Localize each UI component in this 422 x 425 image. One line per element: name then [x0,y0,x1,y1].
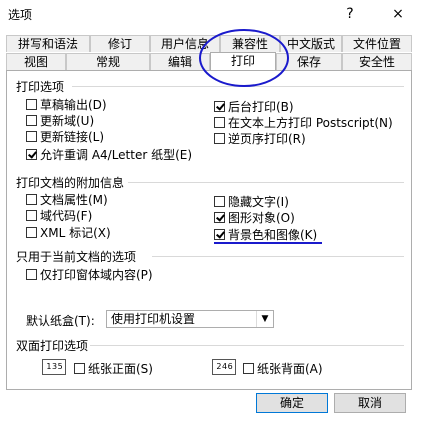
checkbox-label: 逆页序打印(R) [228,132,306,146]
back-pages-icon: 2 4 6 [212,359,236,375]
cancel-button[interactable]: 取消 [334,393,406,413]
divider [128,182,404,183]
checkbox-box[interactable] [26,227,37,238]
front-pages-icon: 1 3 5 [42,359,66,375]
default-tray-select[interactable]: 使用打印机设置 ▼ [106,310,274,328]
default-tray-value: 使用打印机设置 [111,312,196,326]
tab-asian-typography[interactable]: 中文版式 [280,35,342,52]
tab-view[interactable]: 视图 [6,53,66,70]
tab-row-front: 视图 常规 编辑 打印 保存 安全性 [6,52,412,71]
field-codes-checkbox[interactable]: 域代码(F) [26,207,92,224]
chevron-down-icon[interactable]: ▼ [256,311,273,327]
checkbox-box[interactable] [26,99,37,110]
checkbox-label: 仅打印窗体域内容(P) [40,268,153,282]
checkbox-label: 草稿输出(D) [40,98,107,112]
checkbox-box[interactable] [243,363,254,374]
doc-info-heading: 打印文档的附加信息 [16,176,125,190]
tab-save[interactable]: 保存 [276,53,342,70]
checkbox-label: 在文本上方打印 Postscript(N) [228,116,393,130]
duplex-heading: 双面打印选项 [16,339,89,353]
tab-print[interactable]: 打印 [210,52,276,71]
checkbox-label: 后台打印(B) [228,100,294,114]
ok-button[interactable]: 确定 [256,393,328,413]
default-tray-label: 默认纸盒(T): [26,314,95,328]
checkbox-label: XML 标记(X) [40,226,111,240]
window-title: 选项 [8,8,33,22]
checkbox-label: 纸张背面(A) [257,362,323,376]
tab-row-back: 拼写和语法 修订 用户信息 兼容性 中文版式 文件位置 [6,35,412,52]
checkbox-box[interactable] [26,115,37,126]
tab-edit[interactable]: 编辑 [150,53,210,70]
checkbox-box[interactable] [214,229,225,240]
checkbox-box[interactable] [26,149,37,160]
checkbox-box[interactable] [214,117,225,128]
doc-properties-checkbox[interactable]: 文档属性(M) [26,191,108,208]
checkbox-box[interactable] [26,131,37,142]
title-bar: 选项 ? × [0,0,422,30]
checkbox-box[interactable] [26,194,37,205]
tab-revisions[interactable]: 修订 [90,35,150,52]
divider [152,256,404,257]
duplex-back-checkbox[interactable]: 纸张背面(A) [243,360,323,377]
drawing-objects-checkbox[interactable]: 图形对象(O) [214,209,295,226]
checkbox-box[interactable] [214,133,225,144]
checkbox-box[interactable] [74,363,85,374]
checkbox-label: 纸张正面(S) [88,362,153,376]
draft-output-checkbox[interactable]: 草稿输出(D) [26,96,107,113]
checkbox-label: 文档属性(M) [40,193,108,207]
checkbox-box[interactable] [214,212,225,223]
current-doc-heading: 只用于当前文档的选项 [16,250,137,264]
postscript-over-text-checkbox[interactable]: 在文本上方打印 Postscript(N) [214,114,393,131]
checkbox-label: 更新链接(L) [40,130,105,144]
tab-compatibility[interactable]: 兼容性 [220,35,280,52]
checkbox-box[interactable] [26,269,37,280]
reverse-order-checkbox[interactable]: 逆页序打印(R) [214,130,306,147]
print-options-heading: 打印选项 [16,80,65,94]
tab-general[interactable]: 常规 [66,53,150,70]
print-form-data-only-checkbox[interactable]: 仅打印窗体域内容(P) [26,266,153,283]
checkbox-label: 背景色和图像(K) [228,228,318,242]
tab-file-locations[interactable]: 文件位置 [342,35,412,52]
background-printing-checkbox[interactable]: 后台打印(B) [214,98,294,115]
allow-a4-letter-checkbox[interactable]: 允许重调 A4/Letter 纸型(E) [26,146,192,163]
checkbox-label: 图形对象(O) [228,211,295,225]
duplex-front-checkbox[interactable]: 纸张正面(S) [74,360,153,377]
tab-spelling[interactable]: 拼写和语法 [6,35,90,52]
checkbox-label: 域代码(F) [40,209,93,223]
checkbox-label: 隐藏文字(I) [228,195,289,209]
update-links-checkbox[interactable]: 更新链接(L) [26,128,104,145]
checkbox-box[interactable] [214,101,225,112]
checkbox-label: 允许重调 A4/Letter 纸型(E) [40,148,193,162]
update-fields-checkbox[interactable]: 更新域(U) [26,112,94,129]
checkbox-box[interactable] [26,210,37,221]
help-button[interactable]: ? [336,3,364,25]
divider [72,86,404,87]
divider [90,345,404,346]
xml-tags-checkbox[interactable]: XML 标记(X) [26,224,111,241]
tab-security[interactable]: 安全性 [342,53,412,70]
tab-user-info[interactable]: 用户信息 [150,35,220,52]
checkbox-label: 更新域(U) [40,114,95,128]
close-button[interactable]: × [384,3,412,25]
background-colors-images-checkbox[interactable]: 背景色和图像(K) [214,226,317,243]
checkbox-box[interactable] [214,196,225,207]
hidden-text-checkbox[interactable]: 隐藏文字(I) [214,193,289,210]
